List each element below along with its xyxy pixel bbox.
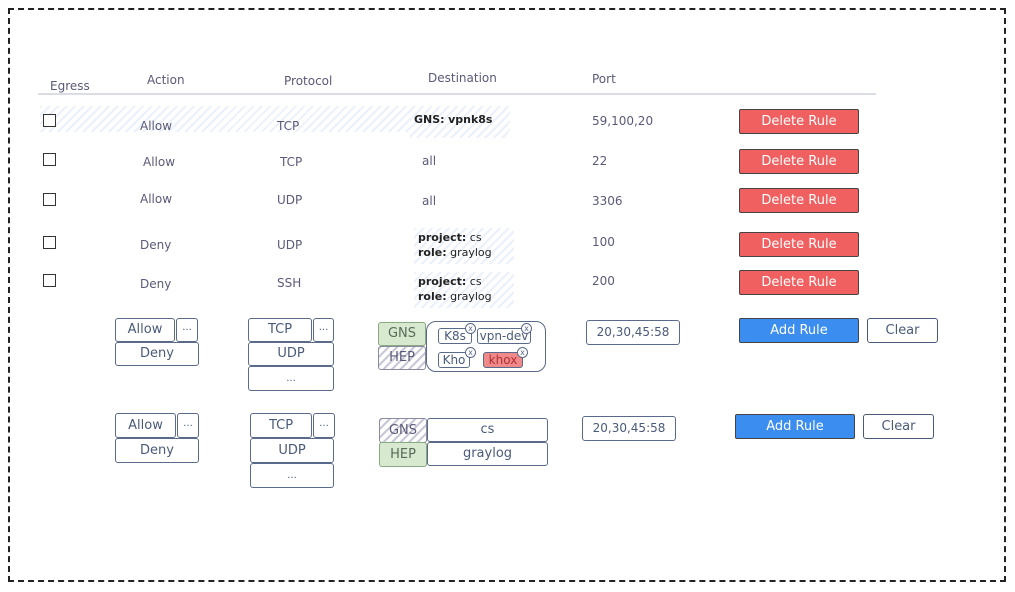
clear-button[interactable]: Clear [867, 318, 938, 343]
row-checkbox[interactable] [43, 236, 56, 249]
delete-rule-button[interactable]: Delete Rule [739, 149, 859, 174]
frame-right-border [1004, 8, 1006, 582]
action-more-button[interactable]: ... [176, 318, 198, 342]
delete-rule-button[interactable]: Delete Rule [739, 232, 859, 257]
action-more-button[interactable]: ... [177, 413, 199, 438]
rule-destination: project: cs role: graylog [414, 228, 514, 264]
protocol-more-button[interactable]: ... [313, 413, 335, 438]
rule-port: 200 [592, 274, 615, 288]
row-checkbox[interactable] [43, 114, 56, 127]
add-rule-button[interactable]: Add Rule [739, 318, 859, 343]
rule-port: 22 [592, 154, 608, 168]
rule-destination: GNS: vpnk8s [410, 110, 508, 138]
protocol-option-tcp[interactable]: TCP [250, 413, 312, 438]
protocol-option-udp[interactable]: UDP [250, 438, 334, 463]
rule-action: Deny [140, 277, 172, 291]
action-option-allow[interactable]: Allow [115, 413, 176, 438]
dest-key: GNS: [414, 113, 445, 126]
rule-port: 3306 [592, 194, 623, 208]
rule-port: 59,100,20 [592, 114, 654, 128]
frame-bottom-border [8, 580, 1006, 582]
dest-tab-hep[interactable]: HEP [378, 346, 426, 370]
rule-action: Allow [140, 119, 173, 133]
delete-rule-button[interactable]: Delete Rule [739, 270, 859, 295]
port-input[interactable]: 20,30,45:58 [582, 416, 676, 441]
header-destination: Destination [428, 71, 497, 85]
dest-key: project: [418, 231, 467, 244]
dest-key: role: [418, 290, 447, 303]
rule-port: 100 [592, 235, 615, 249]
clear-button[interactable]: Clear [863, 414, 934, 439]
dest-role-input[interactable]: graylog [427, 442, 548, 466]
row-checkbox[interactable] [43, 153, 56, 166]
protocol-more-row[interactable]: ... [248, 366, 334, 391]
header-divider [38, 93, 876, 95]
frame-top-border [8, 8, 1006, 10]
chip-remove-icon[interactable]: x [517, 347, 528, 358]
add-rule-button[interactable]: Add Rule [735, 414, 855, 439]
header-egress: Egress [50, 79, 90, 93]
rule-protocol: TCP [280, 155, 303, 169]
dest-value: graylog [450, 246, 492, 259]
delete-rule-button[interactable]: Delete Rule [739, 188, 859, 213]
row-checkbox[interactable] [43, 274, 56, 287]
dest-value: cs [469, 231, 482, 244]
protocol-option-udp[interactable]: UDP [248, 342, 334, 366]
rule-protocol: TCP [277, 119, 300, 133]
action-option-allow[interactable]: Allow [115, 318, 175, 342]
dest-value: graylog [450, 290, 492, 303]
rule-action: Allow [143, 155, 176, 169]
dest-key: project: [418, 275, 467, 288]
frame-left-border [8, 8, 10, 582]
rule-protocol: SSH [277, 276, 302, 290]
chip-remove-icon[interactable]: x [521, 323, 532, 334]
header-port: Port [592, 72, 616, 86]
rule-action: Allow [140, 192, 173, 206]
rule-destination: all [422, 154, 437, 168]
chip-remove-icon[interactable]: x [465, 323, 476, 334]
action-option-deny[interactable]: Deny [115, 438, 199, 463]
rule-protocol: UDP [277, 238, 303, 252]
protocol-more-button[interactable]: ... [313, 318, 334, 342]
rule-destination: project: cs role: graylog [414, 272, 514, 308]
protocol-more-row[interactable]: ... [250, 463, 334, 488]
dest-value: cs [469, 275, 482, 288]
rule-protocol: UDP [277, 193, 303, 207]
dest-tab-gns[interactable]: GNS [378, 322, 426, 346]
rule-action: Deny [140, 238, 172, 252]
header-action: Action [147, 73, 185, 87]
dest-tab-gns[interactable]: GNS [379, 418, 427, 443]
row-checkbox[interactable] [43, 193, 56, 206]
port-input[interactable]: 20,30,45:58 [586, 320, 680, 345]
dest-key: role: [418, 246, 447, 259]
delete-rule-button[interactable]: Delete Rule [739, 109, 859, 134]
header-protocol: Protocol [284, 74, 333, 88]
action-option-deny[interactable]: Deny [115, 342, 199, 366]
dest-value: vpnk8s [448, 113, 493, 126]
protocol-option-tcp[interactable]: TCP [248, 318, 312, 342]
dest-tab-hep[interactable]: HEP [379, 442, 427, 467]
chip-remove-icon[interactable]: x [465, 347, 476, 358]
rule-destination: all [422, 194, 437, 208]
dest-project-input[interactable]: cs [427, 418, 548, 442]
